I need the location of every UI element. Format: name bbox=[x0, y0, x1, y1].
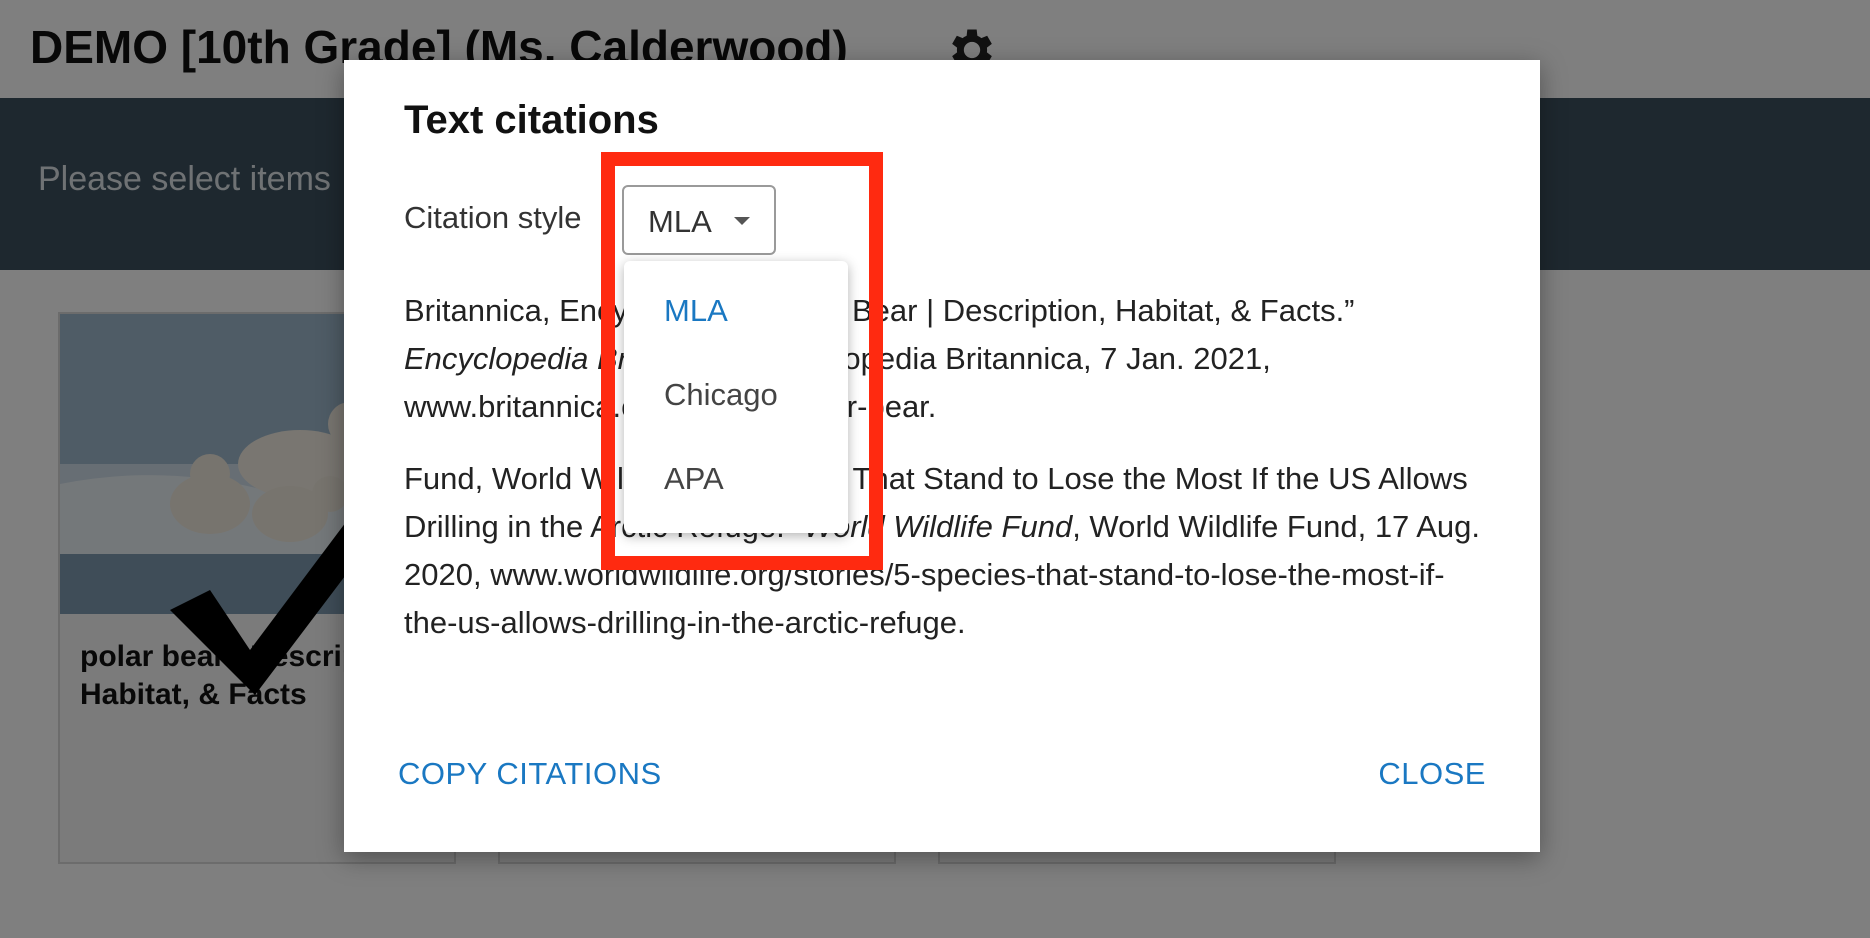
close-button[interactable]: CLOSE bbox=[1378, 756, 1486, 792]
citation-style-value: MLA bbox=[648, 204, 712, 239]
menu-item-chicago[interactable]: Chicago bbox=[664, 377, 778, 413]
citation-style-label: Citation style bbox=[404, 200, 582, 235]
citation-item: Britannica, Encyclopedia. “Polar Bear | … bbox=[404, 293, 1355, 424]
citation-style-menu: MLA Chicago APA bbox=[624, 261, 848, 533]
caret-down-icon[interactable] bbox=[734, 217, 750, 225]
text-citations-dialog: Text citations Citation style MLA Britan… bbox=[344, 60, 1540, 852]
citation-item: Fund, World Wildlife. “5 Species That St… bbox=[404, 461, 1480, 640]
menu-item-mla[interactable]: MLA bbox=[664, 293, 728, 329]
dialog-title: Text citations bbox=[404, 98, 659, 142]
menu-item-apa[interactable]: APA bbox=[664, 461, 724, 497]
citation-style-select[interactable]: MLA bbox=[622, 185, 776, 255]
copy-citations-button[interactable]: COPY CITATIONS bbox=[398, 756, 662, 792]
citation-list: Britannica, Encyclopedia. “Polar Bear | … bbox=[404, 287, 1480, 671]
